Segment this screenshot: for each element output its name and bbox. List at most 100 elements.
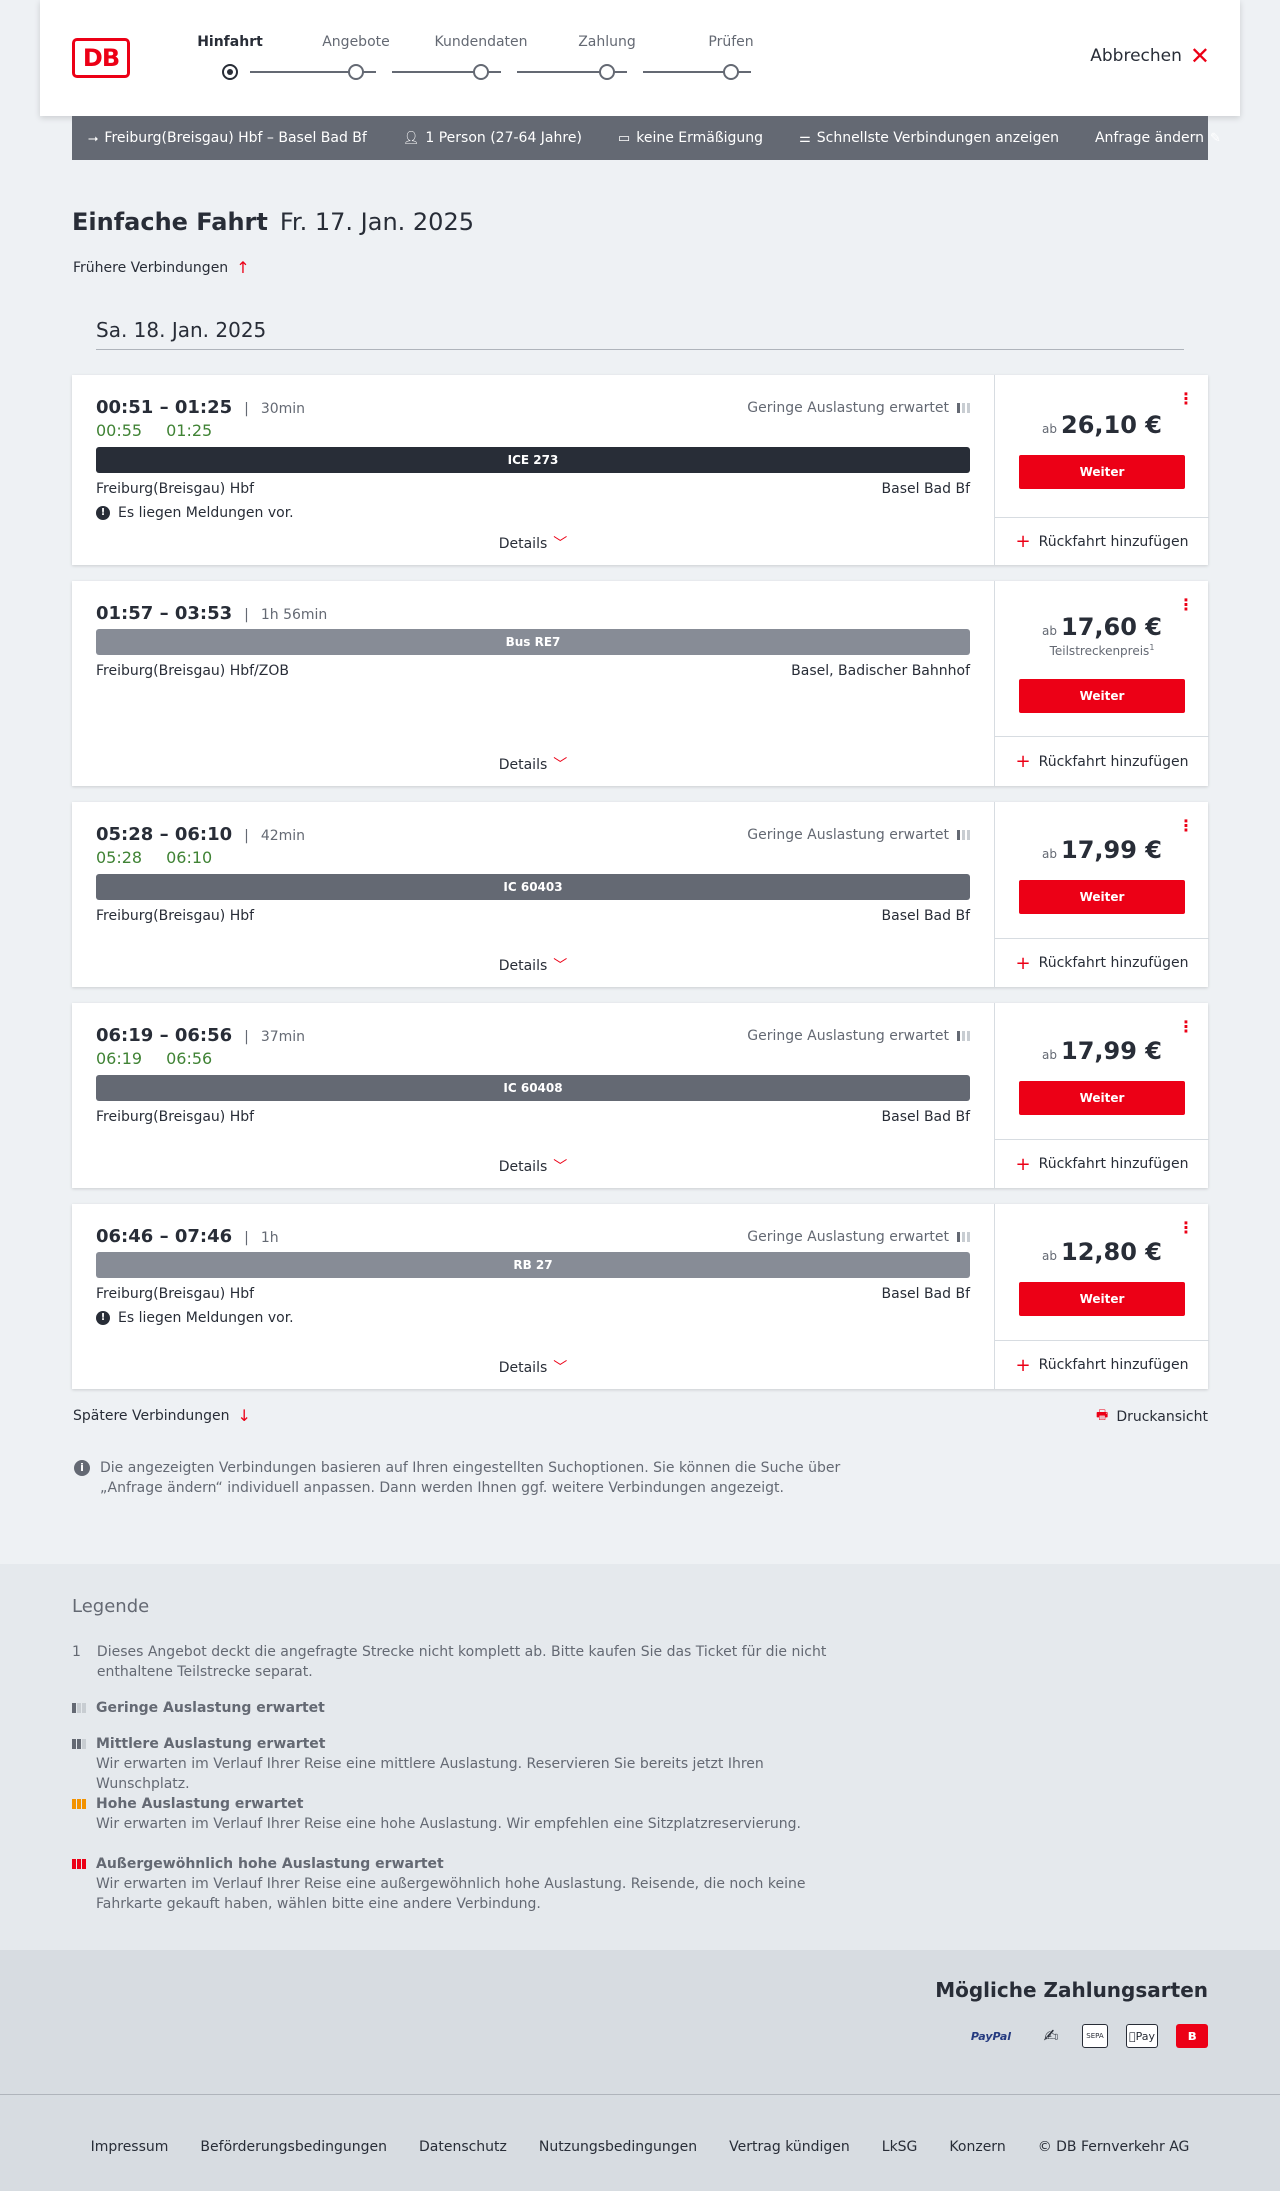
footer-link-impressum[interactable]: Impressum: [91, 2139, 169, 2155]
footer-link-vertrag-kuendigen[interactable]: Vertrag kündigen: [729, 2139, 850, 2155]
chevron-down-icon: ﹀: [553, 1360, 568, 1376]
earlier-connections-link[interactable]: Frühere Verbindungen ↑: [73, 258, 250, 277]
price-panel: ⋮ ab 26,10 € Weiter + Rückfahrt hinzufüge…: [994, 375, 1209, 565]
details-label: Details: [498, 1159, 548, 1175]
connection-info[interactable]: 06:19 – 06:56 | 37min 06:19 06:56 Gering…: [72, 1003, 994, 1188]
footer-link-datenschutz[interactable]: Datenschutz: [419, 2139, 507, 2155]
chevron-down-icon: ﹀: [553, 757, 568, 773]
realtime-arrival: 01:25: [166, 421, 213, 440]
footer-link-lksg[interactable]: LkSG: [882, 2139, 918, 2155]
footnote-marker: 1: [1149, 643, 1155, 652]
connection-times: 06:19 – 06:56 | 37min: [96, 1025, 305, 1046]
pencil-icon: ✎: [1209, 130, 1221, 146]
price-prefix: ab: [1042, 624, 1057, 638]
legend-footnote: 1 Dieses Angebot deckt die angefragte St…: [72, 1642, 852, 1682]
db-logo[interactable]: DB: [72, 38, 130, 78]
more-options-icon[interactable]: ⋮: [1178, 1017, 1194, 1036]
add-return-button[interactable]: + Rückfahrt hinzufügen: [995, 938, 1209, 987]
plus-icon: +: [1015, 751, 1031, 772]
weiter-button[interactable]: Weiter: [1019, 880, 1185, 914]
connection-info[interactable]: 01:57 – 03:53 | 1h 56min Bus RE7 Freibur…: [72, 581, 994, 786]
details-toggle[interactable]: Details ﹀: [72, 533, 994, 553]
step-dot: [473, 64, 489, 80]
realtime: 06:19 06:56: [96, 1049, 212, 1068]
occupancy-info: Geringe Auslastung erwartet: [747, 400, 970, 416]
footer-links: Impressum Beförderungsbedingungen Datens…: [0, 2139, 1280, 2155]
departure-arrival: 05:28 – 06:10: [96, 824, 233, 845]
weiter-button[interactable]: Weiter: [1019, 679, 1185, 713]
duration: 30min: [260, 401, 306, 417]
step-label: Prüfen: [708, 34, 754, 50]
more-options-icon[interactable]: ⋮: [1178, 389, 1194, 408]
details-toggle[interactable]: Details ﹀: [72, 754, 994, 774]
price-box: ab 17,99 €: [995, 836, 1209, 864]
train-bar: IC 60408: [96, 1075, 970, 1101]
edit-request-button[interactable]: Anfrage ändern ✎: [1095, 130, 1221, 146]
occupancy-low-icon: [957, 1232, 970, 1242]
apple-pay-icon: Pay: [1126, 2024, 1158, 2048]
details-toggle[interactable]: Details ﹀: [72, 1357, 994, 1377]
weiter-button[interactable]: Weiter: [1019, 1282, 1185, 1316]
step-angebote: Angebote: [296, 34, 416, 80]
add-return-button[interactable]: + Rückfahrt hinzufügen: [995, 1340, 1209, 1389]
add-return-label: Rückfahrt hinzufügen: [1038, 533, 1189, 550]
more-options-icon[interactable]: ⋮: [1178, 816, 1194, 835]
details-toggle[interactable]: Details ﹀: [72, 1156, 994, 1176]
occupancy-low-icon: [957, 403, 970, 413]
route-text: Freiburg(Breisgau) Hbf – Basel Bad Bf: [104, 130, 367, 146]
price-box: ab 17,60 € Teilstreckenpreis1: [995, 613, 1209, 658]
footer-link-befoerderungsbedingungen[interactable]: Beförderungsbedingungen: [200, 2139, 387, 2155]
more-options-icon[interactable]: ⋮: [1178, 595, 1194, 614]
departure-arrival: 01:57 – 03:53: [96, 603, 233, 624]
footer-link-nutzungsbedingungen[interactable]: Nutzungsbedingungen: [539, 2139, 697, 2155]
origin-station: Freiburg(Breisgau) Hbf: [96, 908, 255, 924]
price-panel: ⋮ ab 17,99 € Weiter + Rückfahrt hinzufüge…: [994, 802, 1209, 987]
details-label: Details: [498, 757, 548, 773]
price: ab 17,60 €: [995, 613, 1209, 641]
print-view-link[interactable]: 🖶︎ Druckansicht: [1096, 1406, 1208, 1428]
later-connections-link[interactable]: Spätere Verbindungen ↓: [73, 1406, 251, 1425]
origin-station: Freiburg(Breisgau) Hbf: [96, 1109, 255, 1125]
disruption-notice: ! Es liegen Meldungen vor.: [96, 505, 294, 521]
edit-request-label: Anfrage ändern: [1094, 130, 1204, 146]
occupancy-low-icon: [957, 1031, 970, 1041]
add-return-button[interactable]: + Rückfahrt hinzufügen: [995, 517, 1209, 565]
credit-card-icon: ✍︎: [1043, 2025, 1059, 2047]
arrow-down-icon: ↓: [237, 1406, 251, 1425]
legend-item-title: Geringe Auslastung erwartet: [96, 1700, 325, 1716]
footer-copyright: © DB Fernverkehr AG: [1037, 2139, 1190, 2155]
footer-link-konzern[interactable]: Konzern: [949, 2139, 1005, 2155]
connection-card: 01:57 – 03:53 | 1h 56min Bus RE7 Freibur…: [72, 581, 1209, 786]
details-toggle[interactable]: Details ﹀: [72, 955, 994, 975]
cancel-button[interactable]: Abbrechen ✕: [1090, 44, 1210, 68]
connection-info[interactable]: 05:28 – 06:10 | 42min 05:28 06:10 Gering…: [72, 802, 994, 987]
connection-card: 00:51 – 01:25 | 30min 00:55 01:25 Gering…: [72, 375, 1209, 565]
cancel-label: Abbrechen: [1090, 46, 1182, 66]
train-bar: Bus RE7: [96, 629, 970, 655]
occupancy-low-icon: [72, 1703, 88, 1713]
footnote-number: 1: [72, 1644, 81, 1660]
apple-pay-label: Pay: [1132, 2029, 1155, 2043]
train-bar: ICE 273: [96, 447, 970, 473]
add-return-button[interactable]: + Rückfahrt hinzufügen: [995, 1139, 1209, 1188]
connection-times: 06:46 – 07:46 | 1h: [96, 1226, 279, 1247]
alert-icon: !: [96, 506, 110, 520]
connection-info[interactable]: 00:51 – 01:25 | 30min 00:55 01:25 Gering…: [72, 375, 994, 565]
weiter-button[interactable]: Weiter: [1019, 455, 1185, 489]
price-value: 26,10 €: [1061, 411, 1162, 439]
connection-info[interactable]: 06:46 – 07:46 | 1h Geringe Auslastung er…: [72, 1204, 994, 1389]
price-value: 12,80 €: [1061, 1238, 1162, 1266]
date-divider: Sa. 18. Jan. 2025: [96, 318, 1184, 350]
legend-item-very-high: Außergewöhnlich hohe Auslastung erwartet…: [72, 1854, 852, 1914]
add-return-button[interactable]: + Rückfahrt hinzufügen: [995, 736, 1209, 786]
duration: 42min: [260, 828, 306, 844]
legend-item-title: Außergewöhnlich hohe Auslastung erwartet: [96, 1856, 444, 1872]
plus-icon: +: [1015, 1153, 1031, 1175]
weiter-button[interactable]: Weiter: [1019, 1081, 1185, 1115]
notice-text: Es liegen Meldungen vor.: [118, 505, 294, 521]
realtime: 00:55 01:25: [96, 421, 212, 440]
more-options-icon[interactable]: ⋮: [1178, 1218, 1194, 1237]
fastest-toggle[interactable]: ⚌ Schnellste Verbindungen anzeigen: [799, 130, 1059, 146]
connection-card: 06:46 – 07:46 | 1h Geringe Auslastung er…: [72, 1204, 1209, 1389]
destination-station: Basel Bad Bf: [881, 908, 970, 924]
